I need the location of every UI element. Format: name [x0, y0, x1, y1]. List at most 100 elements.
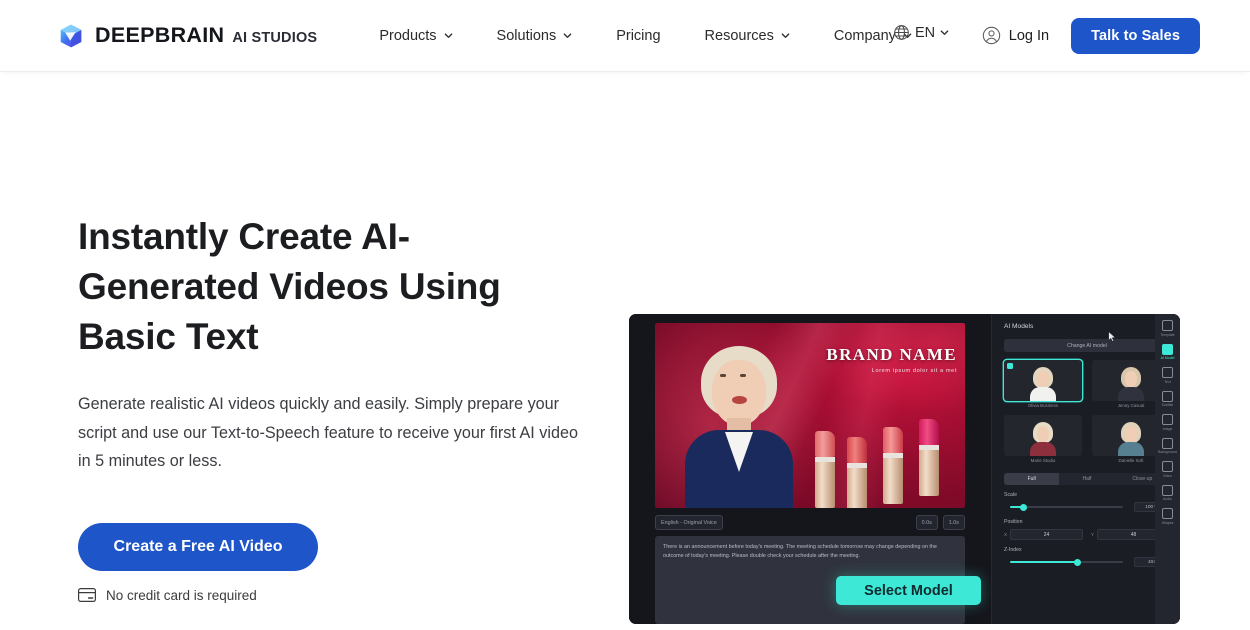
page-title: Instantly Create AI-Generated Videos Usi…: [78, 216, 501, 357]
model-thumbnail-grid: Olivia Business Jenny Casual Marie Studi…: [1004, 360, 1170, 463]
site-header: DEEPBRAIN AI STUDIOS Products Solutions …: [0, 0, 1250, 71]
scale-label: Scale: [1004, 492, 1017, 498]
brand-name: DEEPBRAIN: [95, 23, 225, 47]
video-brand-overlay: BRAND NAME Lorem ipsum dolor sit a met: [767, 345, 957, 374]
zindex-control: 404: [1004, 557, 1170, 567]
rail-item-image[interactable]: Image: [1157, 414, 1178, 431]
language-label: EN: [915, 24, 936, 41]
text-icon: [1162, 367, 1173, 378]
nav-label: Products: [379, 27, 437, 44]
rail-item-template[interactable]: Template: [1157, 320, 1178, 337]
template-icon: [1162, 320, 1173, 331]
hero-description: Generate realistic AI videos quickly and…: [78, 395, 578, 470]
video-toolbar: English - Original Voice 0.0s 1.0s: [655, 514, 965, 531]
brand-subname: AI STUDIOS: [232, 30, 318, 46]
duration-chip[interactable]: 0.0s: [915, 515, 938, 530]
chevron-down-icon: [940, 28, 949, 37]
product-mockup: BRAND NAME Lorem ipsum dolor sit a met E…: [629, 314, 1180, 624]
no-credit-card-label: No credit card is required: [106, 587, 257, 603]
chevron-down-icon: [444, 31, 453, 40]
no-credit-card-note: No credit card is required: [78, 588, 598, 603]
talk-to-sales-button[interactable]: Talk to Sales: [1071, 17, 1200, 54]
model-label: Marie Studio: [1030, 458, 1056, 463]
video-icon: [1162, 461, 1173, 472]
position-control: X 24 Y 48: [1004, 529, 1170, 540]
rail-item-text[interactable]: Text: [1157, 367, 1178, 384]
person-icon: [1162, 343, 1173, 355]
shapes-icon: [1162, 508, 1173, 519]
hero-section: Instantly Create AI-Generated Videos Usi…: [0, 71, 1250, 630]
voice-chip-label: English - Original Voice: [661, 519, 717, 526]
user-circle-icon: [982, 26, 1001, 45]
chevron-down-icon: [781, 31, 790, 40]
subtitle-icon: [1162, 390, 1173, 402]
nav-label: Solutions: [496, 27, 557, 44]
selected-check-icon: [1007, 363, 1013, 369]
framing-tabs: Full Half Close-up: [1004, 473, 1170, 485]
rail-label: AI Model: [1160, 356, 1175, 360]
rail-item-video[interactable]: Video: [1157, 461, 1178, 478]
voice-selector-chip[interactable]: English - Original Voice: [655, 515, 723, 530]
length-label: 1.0s: [948, 519, 959, 526]
nav-label: Pricing: [616, 27, 661, 44]
lipstick-product-graphic: [813, 412, 961, 508]
model-thumbnail[interactable]: Olivia Business: [1004, 360, 1082, 408]
editor-tool-rail: Template AI Model Text Subtitle Image Ba…: [1155, 314, 1180, 624]
rail-label: Shapes: [1161, 520, 1174, 525]
nav-label: Company: [833, 27, 896, 44]
rail-label: Audio: [1163, 497, 1172, 501]
zindex-slider[interactable]: [1004, 558, 1129, 566]
login-button[interactable]: Log In: [982, 26, 1049, 45]
position-label: Position: [1004, 519, 1023, 525]
length-chip[interactable]: 1.0s: [942, 515, 965, 530]
model-label: Olivia Business: [1027, 403, 1058, 408]
header-actions: Log In Talk to Sales: [982, 0, 1200, 71]
video-brand-tagline: Lorem ipsum dolor sit a met: [871, 368, 957, 374]
scale-control: 100 %: [1004, 502, 1170, 512]
duration-label: 0.0s: [921, 519, 932, 526]
rail-item-shapes[interactable]: Shapes: [1157, 508, 1178, 525]
rail-label: Text: [1164, 379, 1171, 384]
ai-models-panel: AI Models Change AI model Olivia Busines…: [991, 314, 1180, 624]
video-brand-name: BRAND NAME: [826, 345, 957, 364]
rail-label: Video: [1163, 473, 1172, 478]
brand-logo[interactable]: DEEPBRAIN AI STUDIOS: [58, 23, 317, 49]
language-selector[interactable]: EN: [893, 24, 949, 41]
model-thumbnail[interactable]: Marie Studio: [1004, 415, 1082, 463]
main-nav: Products Solutions Pricing Resources Com…: [379, 28, 912, 44]
video-preview[interactable]: BRAND NAME Lorem ipsum dolor sit a met: [655, 323, 965, 508]
credit-card-icon: [78, 588, 96, 603]
tab-half[interactable]: Half: [1059, 473, 1114, 485]
login-label: Log In: [1008, 27, 1050, 44]
position-x-input[interactable]: 24: [1010, 529, 1083, 540]
nav-item-pricing[interactable]: Pricing: [616, 28, 660, 44]
rail-label: Template: [1160, 332, 1175, 337]
rail-item-background[interactable]: Background: [1157, 437, 1178, 454]
nav-item-products[interactable]: Products: [379, 28, 452, 44]
nav-item-resources[interactable]: Resources: [705, 28, 790, 44]
image-icon: [1162, 414, 1173, 425]
rail-label: Subtitle: [1161, 403, 1174, 407]
rail-item-audio[interactable]: Audio: [1157, 484, 1178, 501]
select-model-button[interactable]: Select Model: [836, 576, 981, 605]
tab-full[interactable]: Full: [1004, 473, 1060, 485]
rail-item-ai-model[interactable]: AI Model: [1157, 343, 1178, 360]
cube-logo-icon: [58, 23, 84, 49]
panel-title: AI Models: [1004, 323, 1034, 330]
background-icon: [1162, 437, 1173, 449]
audio-icon: [1162, 484, 1173, 496]
rail-label: Image: [1162, 426, 1173, 431]
mockup-editor-stage: BRAND NAME Lorem ipsum dolor sit a met E…: [629, 314, 991, 624]
zindex-label: Z-Index: [1004, 547, 1022, 553]
change-ai-model-button[interactable]: Change AI model: [1004, 339, 1170, 352]
chevron-down-icon: [563, 31, 572, 40]
scale-slider[interactable]: [1004, 503, 1129, 511]
create-free-ai-video-button[interactable]: Create a Free AI Video: [78, 522, 318, 571]
hero-copy: Instantly Create AI-Generated Videos Usi…: [78, 212, 598, 603]
rail-label: Background: [1158, 450, 1177, 454]
rail-item-subtitle[interactable]: Subtitle: [1157, 390, 1178, 407]
mouse-cursor-icon: [1108, 329, 1116, 342]
nav-item-solutions[interactable]: Solutions: [497, 28, 573, 44]
nav-label: Resources: [704, 27, 774, 44]
globe-icon: [893, 24, 910, 41]
